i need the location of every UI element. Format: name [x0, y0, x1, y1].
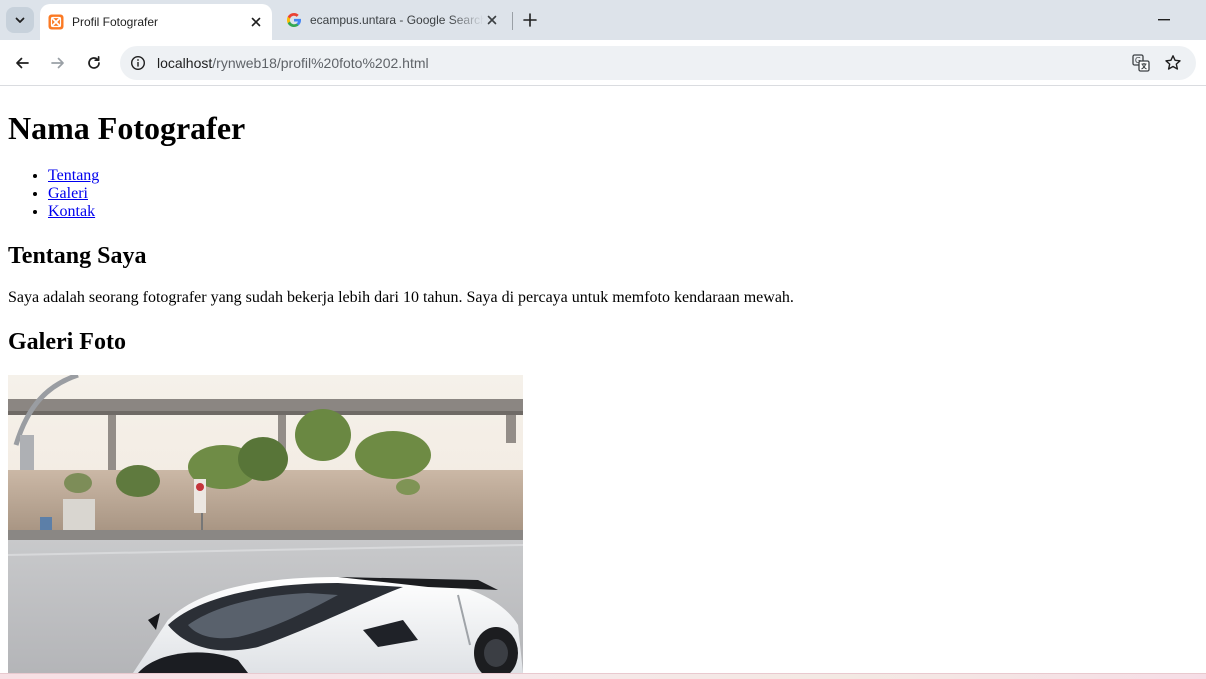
close-icon: [251, 17, 261, 27]
reload-icon: [88, 55, 100, 69]
browser-toolbar: localhost/rynweb18/profil%20foto%202.htm…: [0, 40, 1206, 86]
arrow-left-icon: [16, 57, 29, 69]
nav-item-kontak: Kontak: [48, 203, 99, 221]
close-tab-button[interactable]: [484, 12, 500, 28]
back-button[interactable]: [10, 51, 34, 75]
tab-title: Profil Fotografer: [72, 15, 159, 29]
plus-icon: [523, 13, 537, 27]
web-page-content: Nama Fotografer Tentang Galeri Kontak Te…: [0, 87, 1206, 673]
url-host: localhost: [157, 55, 213, 71]
about-text: Saya adalah seorang fotografer yang suda…: [8, 289, 794, 306]
nav-item-galeri: Galeri: [48, 185, 99, 203]
reload-button[interactable]: [82, 51, 106, 75]
info-icon: [130, 55, 146, 71]
url-path: /rynweb18/profil%20foto%202.html: [212, 55, 429, 71]
gallery-photo-car: [8, 375, 523, 673]
translate-icon[interactable]: G: [1132, 54, 1150, 72]
tab-title: ecampus.untara - Google Search: [310, 13, 484, 27]
link-galeri[interactable]: Galeri: [48, 185, 88, 202]
tab-strip: Profil Fotografer ecampus.untara - Googl…: [0, 0, 1206, 40]
address-bar[interactable]: localhost/rynweb18/profil%20foto%202.htm…: [120, 46, 1196, 80]
tab-search-button[interactable]: [6, 7, 34, 33]
car-photo-image: [8, 375, 523, 673]
bookmark-star-icon[interactable]: [1164, 54, 1182, 72]
arrow-right-icon: [51, 57, 64, 69]
nav-list: Tentang Galeri Kontak: [48, 167, 99, 221]
site-info-button[interactable]: [129, 54, 147, 72]
taskbar-edge: [0, 673, 1206, 679]
tab-profil-fotografer[interactable]: Profil Fotografer: [40, 4, 272, 40]
link-kontak[interactable]: Kontak: [48, 203, 95, 220]
xampp-icon: [48, 14, 64, 30]
tab-separator: [512, 12, 513, 30]
close-tab-button[interactable]: [248, 14, 264, 30]
minimize-icon: [1158, 19, 1170, 21]
tab-google-search[interactable]: ecampus.untara - Google Search: [278, 0, 508, 40]
close-icon: [487, 15, 497, 25]
nav-item-tentang: Tentang: [48, 167, 99, 185]
forward-button[interactable]: [46, 51, 70, 75]
minimize-window-button[interactable]: [1152, 12, 1176, 28]
page-title: Nama Fotografer: [8, 110, 246, 146]
chevron-down-icon: [15, 17, 25, 23]
about-heading: Tentang Saya: [8, 243, 147, 269]
link-tentang[interactable]: Tentang: [48, 167, 99, 184]
new-tab-button[interactable]: [520, 10, 540, 30]
google-icon: [287, 13, 301, 27]
url-text: localhost/rynweb18/profil%20foto%202.htm…: [157, 55, 429, 71]
gallery-heading: Galeri Foto: [8, 329, 126, 355]
